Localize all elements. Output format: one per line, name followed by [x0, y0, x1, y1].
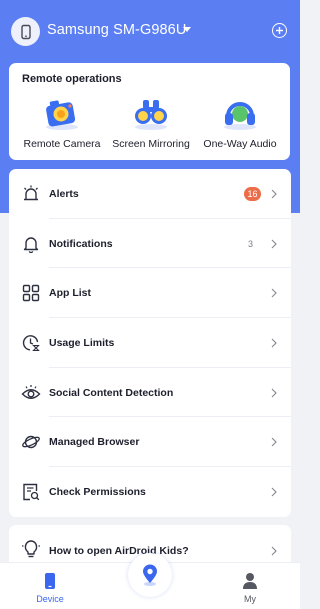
notifications-label: Notifications — [49, 237, 113, 250]
menu-item-alerts[interactable]: Alerts 16 — [9, 169, 291, 219]
tab-device[interactable]: Device — [20, 563, 80, 609]
social-content-detection-label: Social Content Detection — [49, 386, 174, 399]
binoculars-icon — [135, 100, 167, 130]
chevron-right-icon — [271, 546, 277, 556]
notifications-count: 3 — [248, 238, 254, 249]
chevron-down-icon[interactable] — [183, 27, 191, 32]
tab-device-label: Device — [36, 594, 64, 604]
device-header: Samsung SM-G986U — [0, 14, 300, 50]
chevron-right-icon — [271, 338, 277, 348]
screen-mirroring-button[interactable]: Screen Mirroring — [106, 96, 196, 154]
remote-operations-card: Remote operations Remote Camera Screen M… — [9, 63, 290, 160]
phone-icon — [20, 24, 31, 39]
chevron-right-icon — [271, 388, 277, 398]
device-selector[interactable]: Samsung SM-G986U — [47, 22, 186, 38]
lightbulb-icon — [22, 540, 40, 558]
help-label: How to open AirDroid Kids? — [49, 545, 189, 557]
menu-item-notifications[interactable]: Notifications 3 — [9, 219, 291, 269]
add-device-button[interactable] — [272, 23, 287, 38]
tab-my-label: My — [244, 594, 256, 604]
chevron-right-icon — [271, 189, 277, 199]
menu-item-check-permissions[interactable]: Check Permissions — [9, 467, 291, 517]
check-permissions-label: Check Permissions — [49, 486, 146, 499]
bell-icon — [23, 236, 39, 253]
permissions-icon — [23, 483, 40, 501]
user-icon — [243, 573, 257, 589]
locate-button[interactable] — [128, 553, 172, 597]
eye-icon — [21, 384, 41, 399]
chevron-right-icon — [271, 288, 277, 298]
grid-icon — [22, 285, 40, 302]
chevron-right-icon — [271, 437, 277, 447]
feature-menu: Alerts 16 Notifications 3 App List Usage… — [9, 169, 291, 517]
planet-icon — [22, 436, 40, 449]
menu-item-app-list[interactable]: App List — [9, 268, 291, 319]
remote-operations-title: Remote operations — [22, 73, 122, 85]
menu-item-usage-limits[interactable]: Usage Limits — [9, 318, 291, 368]
managed-browser-label: Managed Browser — [49, 436, 140, 449]
camera-icon — [46, 100, 78, 130]
one-way-audio-label: One-Way Audio — [203, 138, 277, 150]
plus-circle-icon — [276, 27, 283, 34]
usage-limits-label: Usage Limits — [49, 336, 115, 349]
app-list-label: App List — [49, 287, 91, 300]
menu-item-social-content-detection[interactable]: Social Content Detection — [9, 368, 291, 418]
headphones-icon — [224, 102, 256, 130]
hourglass-clock-icon — [22, 335, 40, 351]
device-avatar[interactable] — [11, 17, 40, 46]
alerts-label: Alerts — [49, 187, 79, 200]
alarm-icon — [24, 185, 38, 201]
location-pin-icon — [143, 564, 157, 586]
alerts-count-badge: 16 — [244, 186, 261, 201]
remote-camera-label: Remote Camera — [23, 138, 101, 150]
remote-camera-button[interactable]: Remote Camera — [17, 96, 107, 154]
chevron-right-icon — [271, 487, 277, 497]
one-way-audio-button[interactable]: One-Way Audio — [195, 96, 285, 154]
screen-mirroring-label: Screen Mirroring — [112, 138, 190, 150]
phone-icon — [45, 573, 55, 589]
menu-item-managed-browser[interactable]: Managed Browser — [9, 418, 291, 468]
chevron-right-icon — [271, 239, 277, 248]
tab-my[interactable]: My — [220, 563, 280, 609]
